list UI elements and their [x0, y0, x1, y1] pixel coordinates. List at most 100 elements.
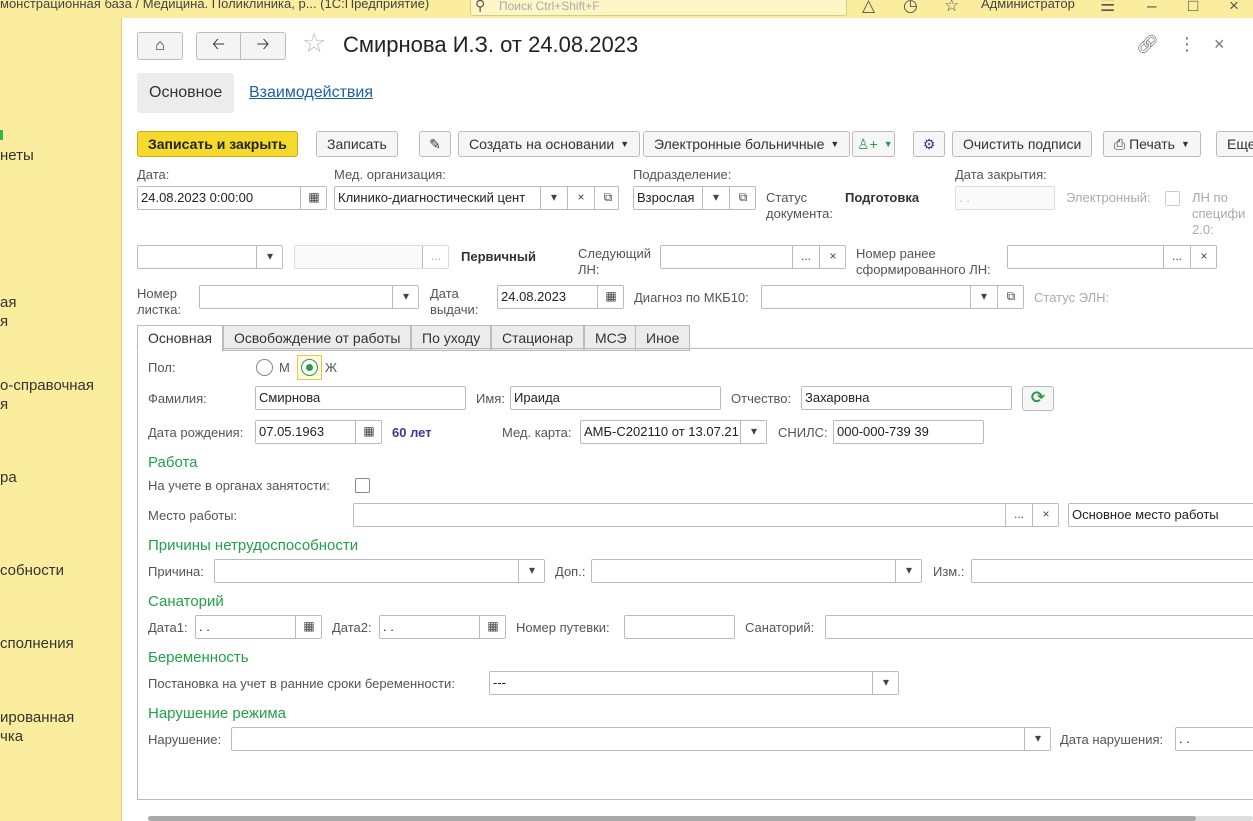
calendar-icon[interactable]: ▦: [479, 616, 505, 638]
calendar-icon[interactable]: ▦: [295, 616, 321, 638]
sidebar-item-reference[interactable]: о-справочная я: [0, 376, 121, 414]
print-button[interactable]: ⎙ Печать ▼: [1103, 131, 1201, 157]
save-and-close-button[interactable]: Записать и закрыть: [137, 131, 298, 157]
calendar-icon[interactable]: ▦: [355, 421, 381, 443]
bell-icon[interactable]: △: [862, 0, 875, 16]
back-button[interactable]: 🡠: [196, 32, 241, 60]
date-value: 24.08.2023 0:00:00: [141, 190, 254, 205]
save-button[interactable]: Записать: [316, 131, 398, 157]
chevron-down-icon[interactable]: ▾: [518, 560, 544, 582]
sex-m-radio[interactable]: [256, 359, 273, 376]
fss-button[interactable]: ⚙: [913, 131, 945, 157]
date2-field[interactable]: . . ▦: [379, 615, 506, 639]
clear-icon[interactable]: ×: [1032, 504, 1058, 526]
link-icon[interactable]: 🔗︎: [1136, 34, 1159, 55]
tab-main[interactable]: Основное: [137, 73, 235, 113]
change-reason-field[interactable]: [971, 559, 1253, 583]
workplace-type-field[interactable]: Основное место работы: [1068, 503, 1253, 527]
chevron-down-icon[interactable]: ▾: [392, 286, 418, 308]
patronymic-field[interactable]: Захаровна: [801, 386, 1012, 410]
favorite-star-icon[interactable]: ☆: [302, 28, 326, 59]
sidebar-item-execution[interactable]: сполнения: [0, 634, 121, 653]
birth-label: Дата рождения:: [148, 425, 244, 440]
history-icon[interactable]: ◷: [903, 0, 918, 16]
surname-field[interactable]: Смирнова: [255, 386, 466, 410]
next-ln-field[interactable]: ... ×: [660, 245, 846, 269]
sign-button[interactable]: ✎: [419, 131, 451, 157]
clear-icon[interactable]: ×: [819, 246, 845, 268]
sick-leaves-button[interactable]: Электронные больничные ▼: [643, 131, 851, 157]
med-card-field[interactable]: АМБ-С202110 от 13.07.21. ▾: [580, 420, 767, 444]
snils-field[interactable]: 000-000-739 39: [833, 420, 984, 444]
more-actions-icon[interactable]: ⋮: [1178, 34, 1196, 55]
sanatorium-field[interactable]: [825, 615, 1253, 639]
sidebar-item-8[interactable]: ированная чка: [0, 708, 121, 746]
add-reason-field[interactable]: ▾: [591, 559, 922, 583]
ellipsis-icon[interactable]: ...: [1163, 246, 1190, 268]
chevron-down-icon[interactable]: ▾: [872, 672, 898, 694]
clear-signatures-button[interactable]: Очистить подписи: [952, 131, 1093, 157]
early-registration-label: Постановка на учет в ранние сроки береме…: [148, 676, 455, 691]
date1-field[interactable]: . . ▦: [195, 615, 322, 639]
chevron-down-icon[interactable]: ▾: [740, 421, 766, 443]
violation-date-field[interactable]: . .: [1175, 727, 1253, 751]
calendar-icon[interactable]: ▦: [597, 286, 623, 308]
ellipsis-icon[interactable]: ...: [792, 246, 819, 268]
chevron-down-icon[interactable]: ▾: [540, 187, 567, 209]
prev-ln-field[interactable]: ... ×: [1007, 245, 1217, 269]
more-button[interactable]: Еще: [1216, 131, 1253, 157]
open-icon[interactable]: ⧉: [997, 286, 1023, 308]
workplace-field[interactable]: ... ×: [353, 503, 1059, 527]
sidebar-item-reports[interactable]: неты: [0, 146, 121, 165]
maximize-icon[interactable]: □: [1188, 0, 1198, 16]
diagnosis-field[interactable]: ▾ ⧉: [761, 285, 1024, 309]
open-icon[interactable]: ⧉: [729, 187, 755, 209]
date-field[interactable]: 24.08.2023 0:00:00 ▦: [137, 186, 327, 210]
sidebar-item-2[interactable]: ая я: [0, 293, 121, 331]
close-form-icon[interactable]: ×: [1214, 34, 1225, 55]
issue-date-field[interactable]: 24.08.2023 ▦: [497, 285, 624, 309]
refresh-button[interactable]: ⟳: [1022, 386, 1054, 411]
chevron-down-icon[interactable]: ▾: [970, 286, 997, 308]
birth-date-field[interactable]: 07.05.1963 ▦: [255, 420, 382, 444]
global-search[interactable]: ⚲ Поиск Ctrl+Shift+F: [470, 0, 847, 16]
chevron-down-icon[interactable]: ▾: [256, 246, 282, 268]
current-user[interactable]: Администратор: [981, 0, 1075, 11]
violation-section-title: Нарушение режима: [148, 705, 286, 722]
calendar-icon[interactable]: ▦: [300, 187, 326, 209]
med-org-field[interactable]: Клинико-диагностический цент ▾ × ⧉: [334, 186, 619, 210]
name-field[interactable]: Ираида: [510, 386, 721, 410]
open-icon[interactable]: ⧉: [594, 187, 618, 209]
sheet-number-field[interactable]: ▾: [199, 285, 419, 309]
horizontal-scrollbar-thumb[interactable]: [148, 816, 1196, 821]
clear-icon[interactable]: ×: [567, 187, 594, 209]
chevron-down-icon[interactable]: ▾: [1024, 728, 1050, 750]
sidebar-item-4[interactable]: ра: [0, 468, 121, 487]
sex-f-radio[interactable]: [301, 359, 318, 376]
menu-icon[interactable]: ☰: [1100, 0, 1115, 16]
create-based-on-button[interactable]: Создать на основании ▼: [458, 131, 641, 157]
sidebar-item-disability[interactable]: собности: [0, 561, 121, 580]
ln-type-select[interactable]: ▾: [137, 245, 283, 269]
users-button[interactable]: ♙+ ▼: [852, 131, 895, 157]
forward-button[interactable]: 🡢: [240, 32, 286, 60]
ellipsis-icon[interactable]: ...: [1005, 504, 1032, 526]
minimize-icon[interactable]: –: [1147, 0, 1156, 16]
division-field[interactable]: Взрослая ▾ ⧉: [633, 186, 756, 210]
workplace-type-value: Основное место работы: [1072, 507, 1219, 522]
violation-field[interactable]: ▾: [231, 727, 1051, 751]
sections-sidebar: неты ая я о-справочная я ра собности спо…: [0, 18, 122, 821]
early-registration-field[interactable]: --- ▾: [489, 671, 899, 695]
voucher-field[interactable]: [624, 615, 735, 639]
favorites-star-icon[interactable]: ☆: [944, 0, 959, 16]
clear-icon[interactable]: ×: [1190, 246, 1216, 268]
tab-basic[interactable]: Основная: [137, 325, 223, 352]
reason-field[interactable]: ▾: [214, 559, 545, 583]
chevron-down-icon[interactable]: ▾: [702, 187, 729, 209]
employment-checkbox[interactable]: [355, 478, 370, 493]
home-button[interactable]: ⌂: [137, 32, 183, 60]
tab-interactions[interactable]: Взаимодействия: [237, 73, 385, 113]
close-window-icon[interactable]: ×: [1229, 0, 1239, 16]
dropdown-arrow-icon: ▼: [1180, 139, 1190, 149]
chevron-down-icon[interactable]: ▾: [895, 560, 921, 582]
